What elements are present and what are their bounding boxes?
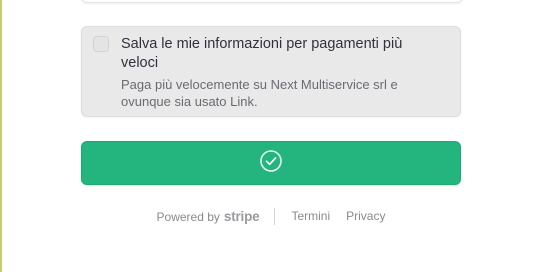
save-info-checkbox[interactable] <box>93 36 109 52</box>
footer-divider <box>274 207 276 225</box>
save-info-box[interactable]: Salva le mie informazioni per pagamenti … <box>81 26 461 117</box>
checkout-page: Salva le mie informazioni per pagamenti … <box>0 0 560 272</box>
save-info-title: Salva le mie informazioni per pagamenti … <box>121 36 403 71</box>
powered-by-label: Powered by <box>156 209 220 224</box>
pay-button[interactable] <box>81 141 461 185</box>
save-info-description: Paga più velocemente su Next Multiservic… <box>121 77 398 109</box>
previous-card <box>81 0 463 3</box>
check-circle-icon <box>259 149 283 178</box>
window-edge <box>0 0 2 272</box>
privacy-link[interactable]: Privacy <box>346 209 385 223</box>
powered-by-stripe[interactable]: Powered by stripe <box>157 209 260 224</box>
stripe-logo: stripe <box>223 208 260 224</box>
terms-link[interactable]: Termini <box>291 209 330 223</box>
footer: Powered by stripe Termini Privacy <box>0 206 542 226</box>
